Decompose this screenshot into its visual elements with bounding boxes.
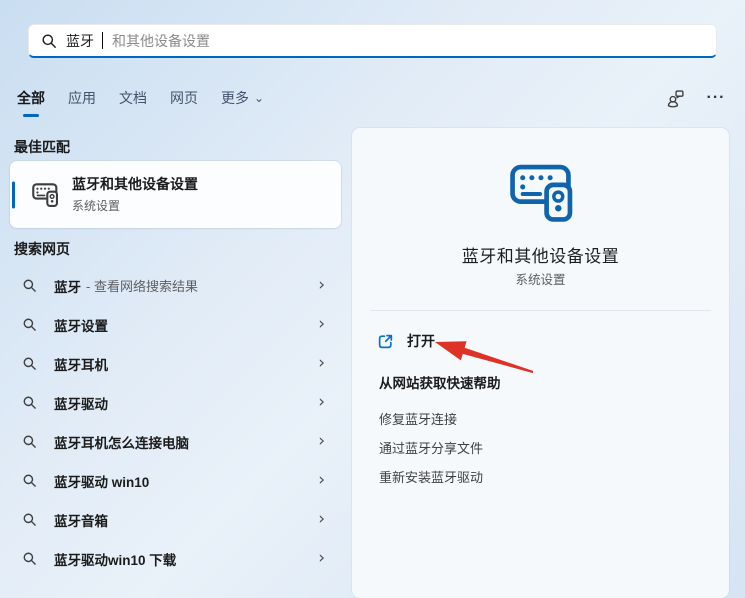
- best-match-title: 蓝牙和其他设备设置: [72, 176, 198, 192]
- result-query: 蓝牙驱动: [54, 396, 108, 412]
- open-external-icon: [377, 333, 394, 350]
- result-annotation: - 查看网络搜索结果: [86, 279, 198, 294]
- result-query: 蓝牙耳机: [54, 357, 108, 373]
- more-options-button[interactable]: ···: [704, 86, 728, 110]
- tab-label: 全部: [17, 90, 45, 106]
- tab-label: 网页: [170, 90, 198, 106]
- web-search-result[interactable]: 蓝牙耳机 ›: [10, 344, 341, 383]
- result-query: 蓝牙驱动win10 下载: [54, 552, 177, 568]
- best-match-result[interactable]: 蓝牙和其他设备设置 系统设置: [10, 161, 341, 228]
- best-match-subtitle: 系统设置: [72, 199, 121, 213]
- search-icon: [22, 473, 37, 488]
- windows-search-flyout: 蓝牙 和其他设备设置 全部⌄ 应用⌄ 文档⌄ 网页⌄ 更多 ⌄ ···: [0, 0, 745, 598]
- preview-subtitle: 系统设置: [515, 273, 566, 287]
- tab-label: 更多: [221, 90, 249, 106]
- help-section-header: 从网站获取快速帮助: [379, 376, 501, 391]
- search-suggestion-text: 和其他设备设置: [112, 32, 210, 49]
- chevron-right-icon: ›: [318, 509, 325, 529]
- preview-action-link[interactable]: 重新安装蓝牙驱动: [379, 469, 483, 487]
- ellipsis-icon: ···: [706, 89, 726, 106]
- search-icon: [22, 395, 37, 410]
- result-query: 蓝牙设置: [54, 318, 108, 334]
- search-filter-tab[interactable]: 文档⌄: [119, 88, 147, 108]
- search-icon: [41, 33, 57, 49]
- devices-icon: [32, 182, 58, 207]
- web-search-result[interactable]: 蓝牙驱动win10 下载 ›: [10, 539, 341, 578]
- chevron-down-icon: ⌄: [254, 91, 265, 105]
- result-query: 蓝牙耳机怎么连接电脑: [54, 435, 189, 451]
- text-cursor: [102, 32, 103, 49]
- chevron-right-icon: ›: [318, 392, 325, 412]
- search-icon: [22, 278, 37, 293]
- web-search-result[interactable]: 蓝牙驱动 ›: [10, 383, 341, 422]
- web-search-result[interactable]: 蓝牙驱动 win10 ›: [10, 461, 341, 500]
- devices-icon: [509, 164, 572, 222]
- chevron-right-icon: ›: [318, 275, 325, 295]
- account-button[interactable]: [663, 86, 687, 110]
- search-filter-tab[interactable]: 应用⌄: [68, 88, 96, 108]
- search-icon: [22, 317, 37, 332]
- search-input[interactable]: 蓝牙 和其他设备设置: [28, 24, 717, 58]
- result-query: 蓝牙驱动 win10: [54, 474, 150, 490]
- web-search-result[interactable]: 蓝牙 - 查看网络搜索结果 ›: [10, 266, 341, 305]
- preview-links: 修复蓝牙连接 通过蓝牙分享文件 重新安装蓝牙驱动: [379, 411, 483, 498]
- search-icon: [22, 512, 37, 527]
- open-button-label: 打开: [407, 333, 435, 349]
- preview-action-link[interactable]: 修复蓝牙连接: [379, 411, 483, 429]
- search-icon: [22, 356, 37, 371]
- search-filter-tab[interactable]: 全部⌄: [17, 88, 45, 108]
- tab-label: 应用: [68, 90, 96, 106]
- web-search-result[interactable]: 蓝牙耳机怎么连接电脑 ›: [10, 422, 341, 461]
- search-filter-tab[interactable]: 更多 ⌄: [221, 88, 264, 108]
- search-icon: [22, 551, 37, 566]
- open-button[interactable]: 打开: [377, 326, 435, 356]
- search-typed-text: 蓝牙: [66, 32, 94, 49]
- chevron-right-icon: ›: [318, 353, 325, 373]
- best-match-header: 最佳匹配: [14, 139, 70, 155]
- web-search-header: 搜索网页: [14, 241, 70, 257]
- web-search-result[interactable]: 蓝牙音箱 ›: [10, 500, 341, 539]
- result-query: 蓝牙: [54, 279, 81, 295]
- tab-label: 文档: [119, 90, 147, 106]
- chevron-right-icon: ›: [318, 314, 325, 334]
- chevron-right-icon: ›: [318, 470, 325, 490]
- search-filter-tabs: 全部⌄ 应用⌄ 文档⌄ 网页⌄ 更多 ⌄ ···: [17, 84, 728, 112]
- preview-pane: 蓝牙和其他设备设置 系统设置 打开 从网站获取快速帮助 修复蓝牙连接 通过蓝牙分享…: [352, 128, 729, 598]
- web-search-result[interactable]: 蓝牙设置 ›: [10, 305, 341, 344]
- search-filter-tab[interactable]: 网页⌄: [170, 88, 198, 108]
- search-icon: [22, 434, 37, 449]
- preview-action-link[interactable]: 通过蓝牙分享文件: [379, 440, 483, 458]
- web-search-list: 蓝牙 - 查看网络搜索结果 › 蓝牙设置 › 蓝牙耳机 › 蓝牙驱动 › 蓝牙耳…: [10, 266, 341, 578]
- result-query: 蓝牙音箱: [54, 513, 108, 529]
- selection-indicator: [12, 181, 15, 208]
- chevron-right-icon: ›: [318, 431, 325, 451]
- preview-title: 蓝牙和其他设备设置: [461, 247, 620, 266]
- chevron-right-icon: ›: [318, 548, 325, 568]
- account-icon: [666, 89, 685, 108]
- divider: [370, 310, 711, 311]
